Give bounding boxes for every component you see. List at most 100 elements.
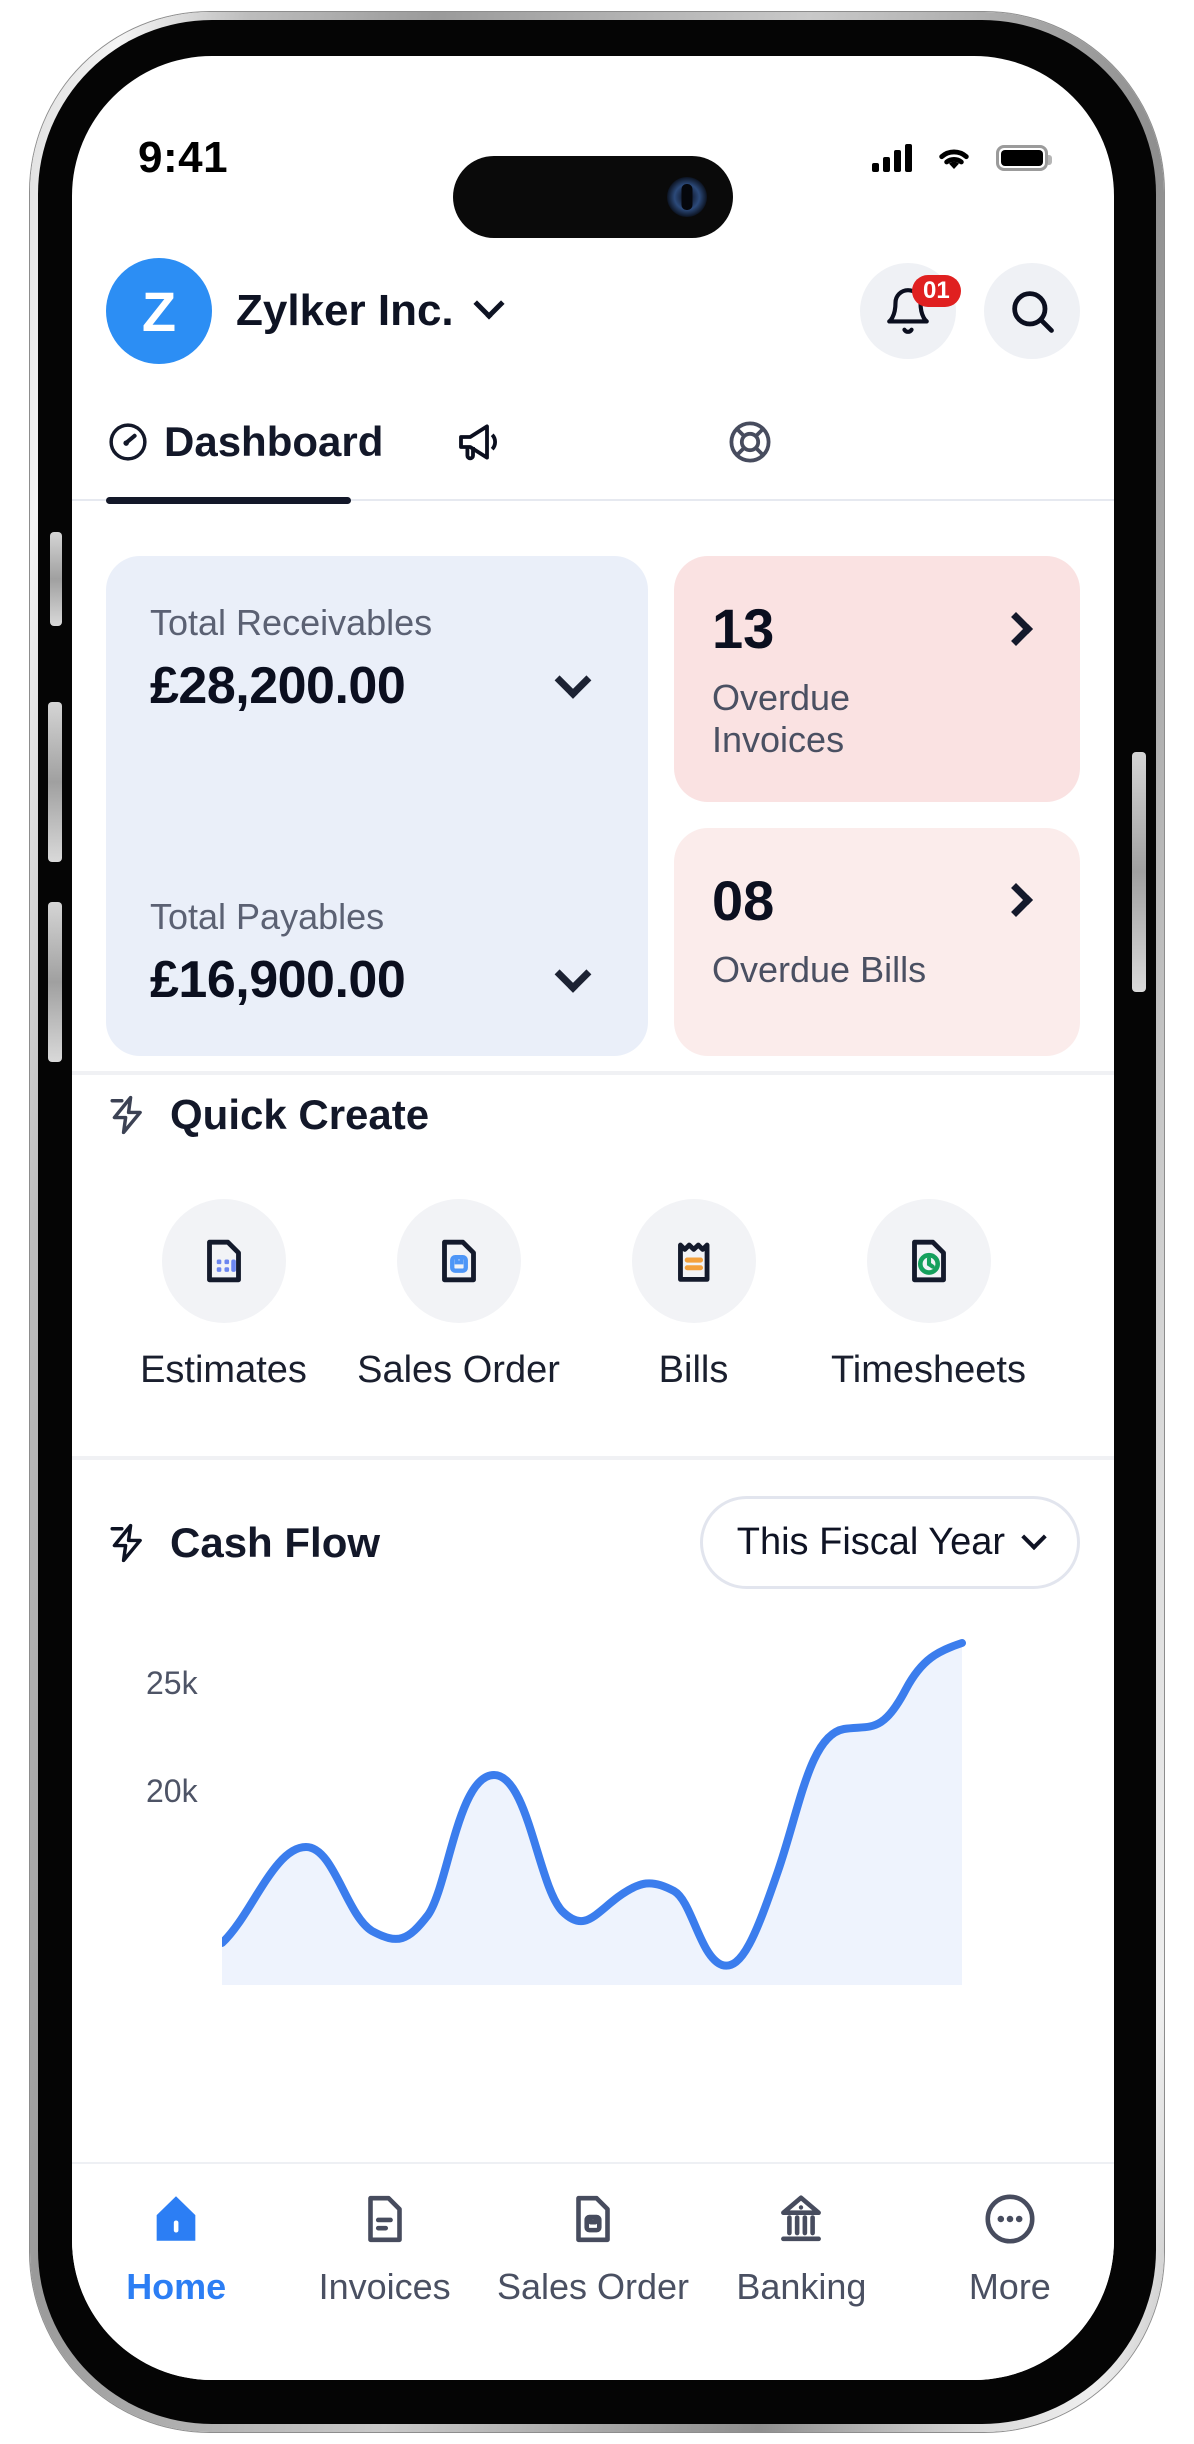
phone-screen: 9:41 Z Zylker Inc. 01 Dashboard Total Re…: [72, 56, 1114, 2380]
chart-ytick-25k: 25k: [146, 1665, 198, 1701]
volume-down-button[interactable]: [48, 902, 62, 1062]
payables-row[interactable]: Total Payables £16,900.00: [150, 896, 604, 1010]
app-header: Z Zylker Inc. 01: [72, 236, 1114, 386]
chevron-down-icon[interactable]: [554, 955, 592, 993]
estimate-document-icon: [206, 1239, 241, 1283]
lightning-bolt-icon: [110, 1523, 142, 1562]
front-camera-icon: [667, 177, 707, 217]
lifebuoy-icon: [729, 421, 771, 463]
sales-order-document-icon: [576, 2195, 610, 2243]
search-button[interactable]: [984, 263, 1080, 359]
quick-create-header: Quick Create: [72, 1091, 1114, 1139]
battery-icon: [996, 145, 1052, 171]
power-button[interactable]: [1132, 752, 1146, 992]
search-icon: [1012, 291, 1054, 333]
overdue-cards: 13 Overdue Invoices 08 Overdue Bills: [674, 556, 1080, 1056]
quick-create-label: Estimates: [140, 1349, 307, 1391]
speedometer-icon: [109, 423, 147, 461]
overdue-bills-label: Overdue Bills: [712, 948, 927, 990]
quick-create-label: Bills: [658, 1349, 729, 1391]
quick-create-estimates[interactable]: Estimates: [106, 1199, 341, 1392]
cash-flow-period-selector[interactable]: This Fiscal Year: [699, 1496, 1080, 1589]
overdue-bills-card[interactable]: 08 Overdue Bills: [674, 827, 1080, 1056]
chart-ytick-20k: 20k: [146, 1773, 198, 1809]
chevron-right-icon: [999, 611, 1033, 646]
quick-create-title: Quick Create: [170, 1091, 430, 1138]
chevron-down-icon[interactable]: [554, 661, 592, 699]
section-divider: [72, 1456, 1114, 1460]
tab-bar: Dashboard: [72, 401, 1114, 504]
quick-create-icon-wrap: [161, 1199, 286, 1323]
timesheet-clock-document-icon: [911, 1239, 946, 1283]
cash-flow-header: Cash Flow This Fiscal Year: [72, 1496, 1114, 1589]
quick-create-sales-order[interactable]: Sales Order: [341, 1199, 576, 1392]
chevron-down-icon: [473, 288, 505, 320]
overdue-invoices-label: Overdue Invoices: [712, 677, 851, 761]
cash-flow-section: Cash Flow This Fiscal Year 25k 20k: [72, 1496, 1114, 1985]
bill-receipt-icon: [677, 1242, 709, 1282]
page-title: Zylker Inc.: [236, 286, 454, 335]
status-icons: [872, 143, 1052, 173]
cash-flow-title: Cash Flow: [170, 1518, 381, 1566]
cellular-signal-icon: [872, 144, 912, 172]
tab-help[interactable]: [726, 401, 774, 483]
sales-order-document-icon: [441, 1239, 476, 1283]
wifi-icon: [939, 149, 969, 169]
receivables-row[interactable]: Total Receivables £28,200.00: [150, 602, 604, 716]
quick-create-items: Estimates Sales Order Bills Timesheets: [72, 1139, 1114, 1392]
nav-label: Sales Order: [496, 2266, 690, 2307]
nav-label: Invoices: [318, 2266, 451, 2307]
cash-flow-title-group: Cash Flow: [106, 1519, 380, 1567]
section-divider: [72, 1071, 1114, 1075]
quick-create-label: Sales Order: [357, 1349, 560, 1391]
phone-frame: 9:41 Z Zylker Inc. 01 Dashboard Total Re…: [30, 12, 1164, 2432]
receivables-label: Total Receivables: [150, 602, 433, 643]
status-time: 9:41: [138, 133, 229, 182]
lightning-bolt-icon: [110, 1095, 142, 1135]
receivables-value: £28,200.00: [150, 657, 406, 715]
overdue-invoices-card[interactable]: 13 Overdue Invoices: [674, 556, 1080, 802]
quick-create-bills[interactable]: Bills: [576, 1199, 811, 1392]
invoice-document-icon: [367, 2195, 402, 2243]
quick-create-icon-wrap: [866, 1199, 991, 1323]
nav-label: Home: [126, 2266, 227, 2307]
status-badge: 01: [912, 275, 961, 307]
home-icon: [156, 2196, 196, 2241]
nav-label: More: [968, 2266, 1051, 2307]
tab-dashboard-label: Dashboard: [164, 418, 384, 465]
avatar: Z: [106, 258, 212, 364]
chevron-down-icon: [1021, 1524, 1047, 1550]
quick-create-icon-wrap: [396, 1199, 521, 1323]
volume-up-button[interactable]: [48, 702, 62, 862]
chart-line-area: [222, 1639, 966, 1985]
tab-announcements[interactable]: [453, 401, 501, 483]
notifications-button[interactable]: 01: [860, 263, 961, 359]
nav-item-banking[interactable]: Banking: [697, 2190, 905, 2308]
quick-create-section: Quick Create Estimates Sales Order Bills…: [72, 1091, 1114, 1392]
overdue-bills-count: 08: [712, 868, 775, 932]
quick-create-label: Timesheets: [831, 1349, 1026, 1391]
metrics-section: Total Receivables £28,200.00 Total Payab…: [72, 526, 1114, 1056]
bank-icon: [781, 2195, 822, 2242]
payables-label: Total Payables: [150, 896, 385, 937]
nav-item-home[interactable]: Home: [72, 2190, 280, 2308]
quick-create-icon-wrap: [631, 1199, 756, 1323]
more-ellipsis-icon: [985, 2194, 1035, 2244]
nav-label: Banking: [736, 2266, 867, 2307]
bottom-navigation-bar: Home Invoices Sales Order Banking More: [72, 2162, 1114, 2380]
cash-flow-period-label: This Fiscal Year: [736, 1521, 1005, 1563]
nav-item-more[interactable]: More: [906, 2190, 1114, 2308]
cash-flow-chart: 25k 20k: [72, 1639, 1114, 1985]
silent-switch[interactable]: [50, 532, 62, 626]
nav-item-sales-order[interactable]: Sales Order: [489, 2190, 697, 2308]
tab-dashboard[interactable]: Dashboard: [106, 401, 393, 483]
organization-switcher[interactable]: Z Zylker Inc.: [106, 258, 505, 364]
megaphone-icon: [459, 424, 498, 461]
overdue-invoices-count: 13: [712, 597, 775, 660]
quick-create-timesheets[interactable]: Timesheets: [811, 1199, 1046, 1392]
receivables-payables-card: Total Receivables £28,200.00 Total Payab…: [106, 556, 648, 1056]
nav-item-invoices[interactable]: Invoices: [280, 2190, 488, 2308]
payables-value: £16,900.00: [150, 951, 406, 1009]
dynamic-island: [453, 156, 733, 238]
chevron-right-icon: [999, 883, 1033, 918]
